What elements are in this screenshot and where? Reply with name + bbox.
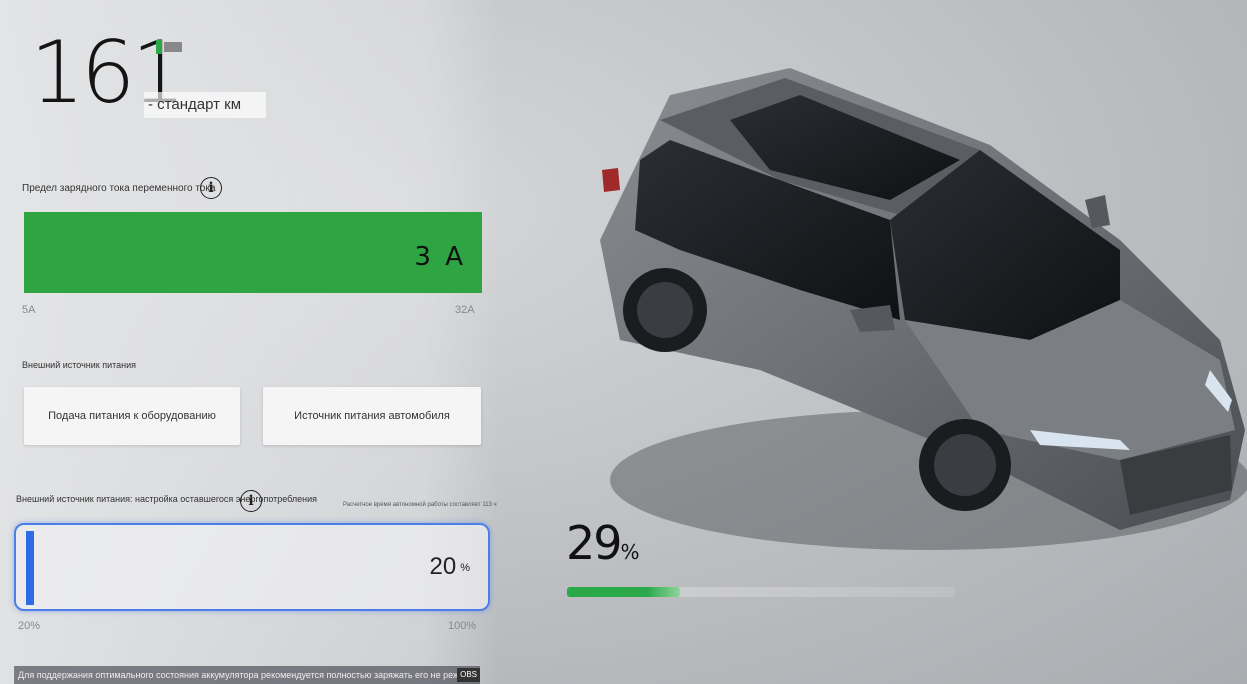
vehicle-power-source-button[interactable]: Источник питания автомобиля [263,387,481,445]
power-to-equipment-button[interactable]: Подача питания к оборудованию [24,387,240,445]
battery-soc: 29% [566,516,640,570]
info-icon[interactable]: i [200,177,222,199]
external-power-label: Внешний источник питания [22,360,137,370]
reserve-slider[interactable]: 20% [14,523,490,611]
charge-current-label: Предел зарядного тока переменного тока [22,183,216,194]
reserve-max: 100% [448,620,477,632]
charge-current-max: 32A [455,304,475,316]
charge-current-value: 3 А [414,242,466,272]
battery-soc-fill [567,587,680,597]
range-unit: - стандарт км [144,92,266,118]
note-tag: OBS [457,668,480,682]
battery-soc-bar [567,587,955,597]
reserve-label: Внешний источник питания: настройка оста… [16,494,318,504]
reserve-value: 20% [429,553,470,580]
info-icon[interactable]: i [240,490,262,512]
battery-care-note: Для поддержания оптимального состояния а… [14,666,480,684]
charge-current-min: 5A [22,304,36,316]
car-image [600,68,1247,550]
reserve-min: 20% [18,620,41,632]
reserve-hint: Расчетное время автономной работы состав… [343,502,497,508]
charge-current-slider[interactable]: 3 А [24,212,482,293]
battery-icon [156,40,184,54]
reserve-slider-fill [26,531,34,605]
